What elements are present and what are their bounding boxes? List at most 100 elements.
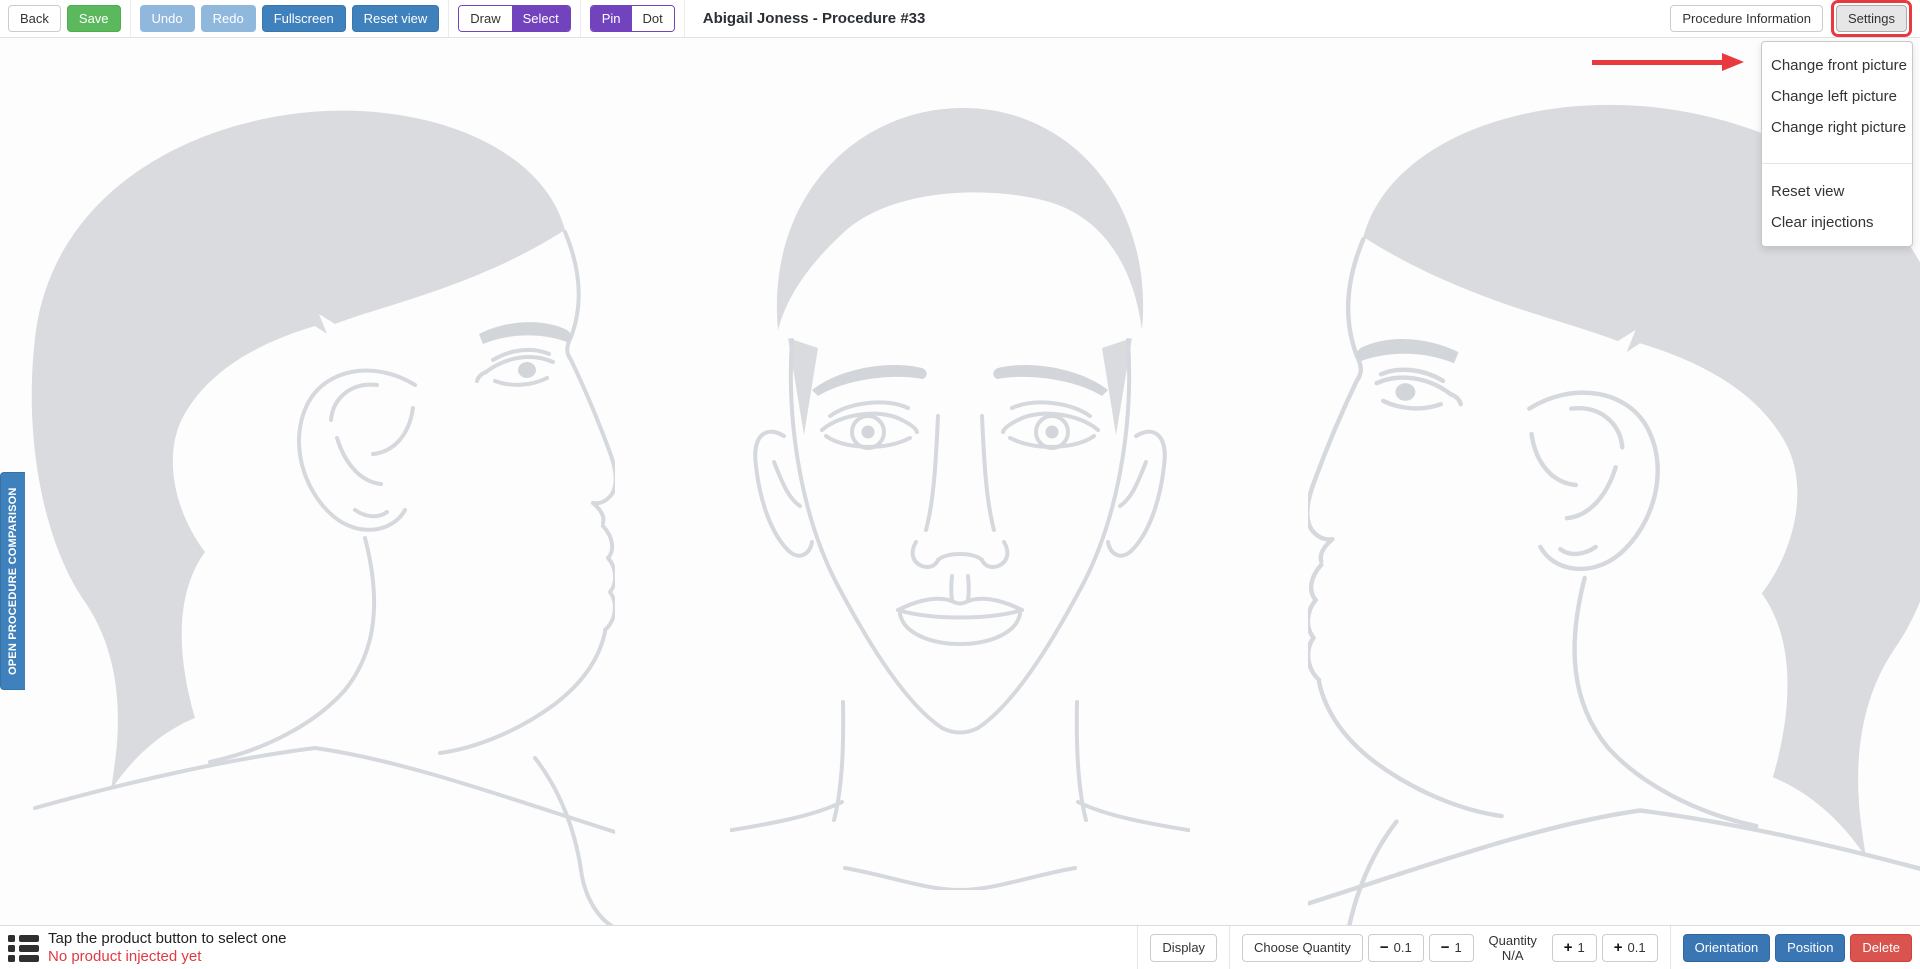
minus-icon: − [1441,939,1450,956]
undo-button[interactable]: Undo [140,5,195,32]
product-status: No product injected yet [48,948,287,966]
red-arrow-annotation-head [1722,53,1744,71]
menu-item-reset-view[interactable]: Reset view [1762,176,1912,207]
nose-base [938,554,982,560]
settings-highlight-ring: Settings [1831,0,1912,37]
choose-quantity-button[interactable]: Choose Quantity [1242,934,1363,962]
footer-separator [1137,926,1138,969]
left-profile-face-art [15,90,615,925]
pin-dot-toggle: Pin Dot [590,5,675,32]
toolbar-separator [684,0,685,37]
ear-right-inner [1120,462,1146,506]
menu-item-change-front-picture[interactable]: Change front picture [1762,50,1912,81]
injection-procedure-app: Back Save Undo Redo Fullscreen Reset vie… [0,0,1920,969]
menu-item-change-left-picture[interactable]: Change left picture [1762,81,1912,112]
ear-outline [299,371,415,530]
front-neck-line [535,758,615,925]
philtrum-right [968,576,969,600]
plus-icon: + [1614,939,1623,956]
red-arrow-annotation-shaft [1592,60,1724,65]
toolbar-separator [130,0,131,37]
increase-1-label: 1 [1578,940,1585,955]
footer-separator [1670,926,1671,969]
quantity-value: N/A [1487,948,1539,963]
eye-lower-line [495,378,547,385]
back-button[interactable]: Back [8,5,61,32]
settings-dropdown-menu: Change front picture Change left picture… [1761,41,1913,247]
open-procedure-comparison-tab[interactable]: OPEN PROCEDURE COMPARISON [0,472,25,690]
decrease-1-button[interactable]: − 1 [1429,934,1474,962]
increase-0-1-button[interactable]: + 0.1 [1602,934,1658,962]
top-toolbar: Back Save Undo Redo Fullscreen Reset vie… [0,0,1920,38]
upper-lip [898,599,1022,610]
menu-item-clear-injections[interactable]: Clear injections [1762,207,1912,238]
face-outline [791,340,1129,733]
product-hint: Tap the product button to select one [48,930,287,948]
decrease-0-1-label: 0.1 [1394,940,1412,955]
orientation-button[interactable]: Orientation [1683,934,1771,962]
display-button[interactable]: Display [1150,934,1217,962]
philtrum-left [951,576,952,600]
eyebrow-left [812,365,927,396]
nostril-right [982,542,1007,567]
shoulder-right-line [1078,802,1190,832]
ear-inner-2 [373,408,413,454]
toolbar-separator [448,0,449,37]
footer-separator [1229,926,1230,969]
plus-icon: + [1564,939,1573,956]
redo-button[interactable]: Redo [201,5,256,32]
collar-line [845,868,1075,890]
product-hint-text: Tap the product button to select one No … [48,930,287,966]
menu-item-change-right-picture[interactable]: Change right picture [1762,112,1912,143]
procedure-information-button[interactable]: Procedure Information [1670,5,1823,32]
product-info-group: Tap the product button to select one No … [8,930,287,966]
quantity-label: Quantity [1487,933,1539,948]
quantity-readout: Quantity N/A [1487,933,1539,963]
left-profile-face-diagram[interactable] [15,90,615,925]
eyebrow [479,322,571,344]
decrease-1-label: 1 [1455,940,1462,955]
product-list-icon[interactable] [8,934,39,962]
fullscreen-button[interactable]: Fullscreen [262,5,346,32]
iris [518,362,536,378]
hair-silhouette [777,108,1143,330]
minus-icon: − [1380,939,1389,956]
reset-view-button[interactable]: Reset view [352,5,440,32]
ear-left-inner [774,462,800,506]
lip-seam [898,610,1022,618]
shoulder-left-line [730,802,842,832]
chin-jaw-line [440,632,605,753]
page-title: Abigail Joness - Procedure #33 [703,10,926,27]
bottom-toolbar: Tap the product button to select one No … [0,925,1920,969]
toolbar-separator [580,0,581,37]
menu-divider [1762,163,1912,164]
injection-canvas[interactable]: OPEN PROCEDURE COMPARISON [0,38,1920,925]
delete-button[interactable]: Delete [1850,934,1912,962]
pin-mode-button[interactable]: Pin [591,6,632,31]
front-face-diagram[interactable] [730,90,1190,890]
select-mode-button[interactable]: Select [512,6,570,31]
nose-bridge-right [982,416,994,530]
increase-0-1-label: 0.1 [1628,940,1646,955]
dot-mode-button[interactable]: Dot [632,6,674,31]
pupil-right [1046,426,1059,439]
settings-button[interactable]: Settings [1836,5,1907,32]
decrease-0-1-button[interactable]: − 0.1 [1368,934,1424,962]
front-face-art [730,90,1190,890]
pupil-left [862,426,875,439]
draw-select-toggle: Draw Select [458,5,570,32]
ear-inner-3 [337,438,381,484]
nose-bridge-left [926,416,938,530]
nostril-line [593,503,603,523]
eye-outer-flick [477,372,486,381]
nostril-left [913,542,938,567]
increase-1-button[interactable]: + 1 [1552,934,1597,962]
face-profile-outline [565,232,615,503]
draw-mode-button[interactable]: Draw [459,6,511,31]
save-button[interactable]: Save [67,5,121,32]
eyebrow-right [993,365,1108,396]
position-button[interactable]: Position [1775,934,1845,962]
ear-inner-1 [331,385,377,420]
lips-profile [603,526,615,630]
toolbar-right-group: Procedure Information Settings [1670,0,1912,37]
